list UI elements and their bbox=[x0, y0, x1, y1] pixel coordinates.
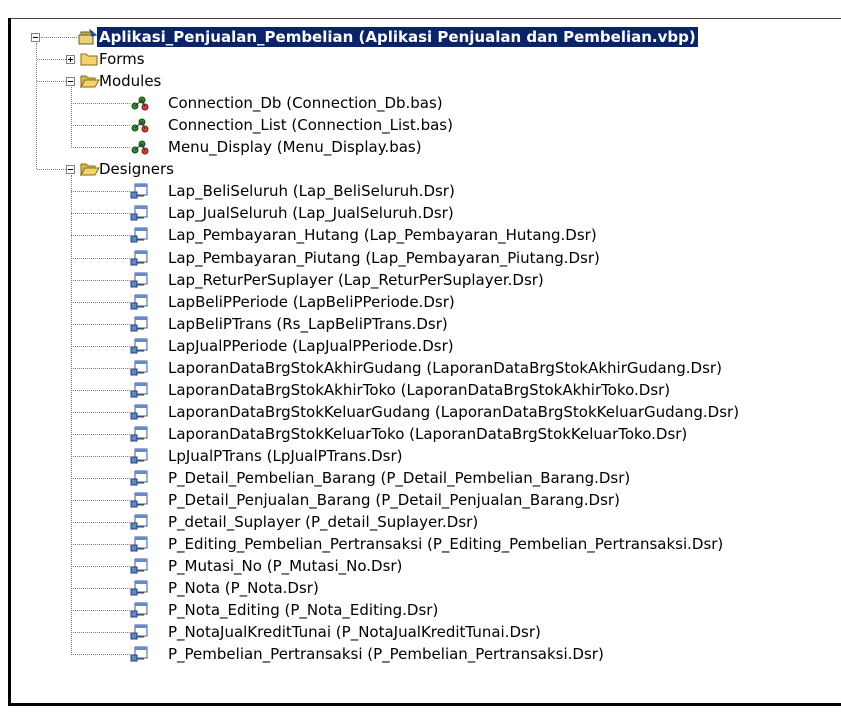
tree-connector bbox=[71, 235, 130, 237]
designer-icon bbox=[130, 646, 154, 662]
tree-item-label[interactable]: P_Detail_Penjualan_Barang (P_Detail_Penj… bbox=[168, 490, 620, 510]
designer-icon bbox=[130, 580, 154, 596]
tree-item-label[interactable]: P_Nota_Editing (P_Nota_Editing.Dsr) bbox=[168, 600, 438, 620]
tree-connector bbox=[71, 411, 130, 413]
tree-item-label[interactable]: Connection_List (Connection_List.bas) bbox=[168, 115, 453, 135]
module-icon bbox=[130, 139, 154, 155]
vb-project-icon bbox=[78, 28, 98, 45]
designer-icon bbox=[130, 404, 154, 420]
tree-connector bbox=[71, 433, 130, 435]
folder-label-designers[interactable]: Designers bbox=[99, 159, 174, 179]
panel-bottom-border bbox=[8, 703, 841, 706]
tree-connector bbox=[71, 588, 130, 590]
designer-icon bbox=[130, 602, 154, 618]
module-icon bbox=[130, 95, 154, 111]
tree-item-label[interactable]: LaporanDataBrgStokAkhirToko (LaporanData… bbox=[168, 380, 670, 400]
designer-icon bbox=[130, 624, 154, 640]
tree-item-label[interactable]: Connection_Db (Connection_Db.bas) bbox=[168, 93, 443, 113]
designer-icon bbox=[130, 338, 154, 354]
tree-connector bbox=[37, 81, 66, 83]
tree-item-label[interactable]: LaporanDataBrgStokAkhirGudang (LaporanDa… bbox=[168, 358, 722, 378]
tree-connector bbox=[71, 566, 130, 568]
tree-connector bbox=[71, 279, 130, 281]
designer-icon bbox=[130, 250, 154, 266]
tree-item-label[interactable]: Lap_JualSeluruh (Lap_JualSeluruh.Dsr) bbox=[168, 203, 454, 223]
tree-item-label[interactable]: LaporanDataBrgStokKeluarToko (LaporanDat… bbox=[168, 424, 687, 444]
folder-label-forms[interactable]: Forms bbox=[99, 49, 145, 69]
tree-item-label[interactable]: P_Nota (P_Nota.Dsr) bbox=[168, 578, 319, 598]
tree-connector bbox=[71, 610, 130, 612]
tree-connector bbox=[71, 632, 130, 634]
tree-connector bbox=[71, 147, 130, 149]
designer-icon bbox=[130, 492, 154, 508]
tree-connector bbox=[71, 103, 130, 105]
tree-connector bbox=[71, 191, 130, 193]
designer-icon bbox=[130, 382, 154, 398]
tree-connector bbox=[71, 323, 130, 325]
designer-icon bbox=[130, 426, 154, 442]
tree-item-label[interactable]: LapBeliPTrans (Rs_LapBeliPTrans.Dsr) bbox=[168, 314, 448, 334]
collapse-designers-icon[interactable] bbox=[66, 165, 75, 175]
designer-icon bbox=[130, 294, 154, 310]
tree-item-label[interactable]: P_Mutasi_No (P_Mutasi_No.Dsr) bbox=[168, 556, 402, 576]
designer-icon bbox=[130, 448, 154, 464]
designer-icon bbox=[130, 316, 154, 332]
tree-item-label[interactable]: P_NotaJualKreditTunai (P_NotaJualKreditT… bbox=[168, 622, 541, 642]
folder-label-modules[interactable]: Modules bbox=[99, 71, 161, 91]
module-icon bbox=[130, 117, 154, 133]
tree-connector bbox=[71, 301, 130, 303]
tree-connector bbox=[71, 125, 130, 127]
tree-connector bbox=[71, 544, 130, 546]
tree-connector bbox=[71, 389, 130, 391]
project-root-label[interactable]: Aplikasi_Penjualan_Pembelian (Aplikasi P… bbox=[97, 27, 698, 47]
designer-icon bbox=[130, 205, 154, 221]
panel-top-border bbox=[8, 18, 841, 19]
designer-icon bbox=[130, 470, 154, 486]
tree-connector bbox=[71, 478, 130, 479]
designer-icon bbox=[130, 227, 154, 243]
designer-icon bbox=[130, 360, 154, 376]
tree-item-label[interactable]: Lap_BeliSeluruh (Lap_BeliSeluruh.Dsr) bbox=[168, 181, 455, 201]
collapse-modules-icon[interactable] bbox=[66, 77, 75, 87]
designer-icon bbox=[130, 536, 154, 552]
tree-connector bbox=[71, 175, 72, 656]
folder-closed-icon bbox=[80, 51, 98, 67]
panel-left-border bbox=[8, 18, 11, 706]
tree-connector bbox=[71, 87, 72, 149]
tree-item-label[interactable]: Lap_Pembayaran_Hutang (Lap_Pembayaran_Hu… bbox=[168, 225, 597, 245]
folder-open-icon bbox=[80, 161, 100, 178]
folder-open-icon bbox=[80, 73, 100, 89]
tree-item-label[interactable]: Lap_Pembayaran_Piutang (Lap_Pembayaran_P… bbox=[168, 248, 600, 268]
tree-item-label[interactable]: P_Editing_Pembelian_Pertransaksi (P_Edit… bbox=[168, 534, 723, 554]
tree-item-label[interactable]: P_detail_Suplayer (P_detail_Suplayer.Dsr… bbox=[168, 512, 478, 532]
collapse-project-icon[interactable] bbox=[31, 33, 40, 42]
tree-connector bbox=[71, 455, 130, 457]
tree-connector bbox=[71, 345, 130, 347]
tree-connector bbox=[71, 654, 130, 656]
tree-item-label[interactable]: LapJualPPeriode (LapJualPPeriode.Dsr) bbox=[168, 336, 454, 356]
tree-item-label[interactable]: LaporanDataBrgStokKeluarGudang (LaporanD… bbox=[168, 402, 739, 422]
tree-connector bbox=[37, 169, 66, 171]
designer-icon bbox=[130, 558, 154, 574]
tree-connector bbox=[36, 43, 37, 170]
tree-connector bbox=[71, 500, 130, 502]
tree-connector bbox=[37, 59, 66, 61]
tree-connector bbox=[41, 37, 77, 38]
tree-connector bbox=[71, 522, 130, 524]
tree-item-label[interactable]: LapBeliPPeriode (LapBeliPPeriode.Dsr) bbox=[168, 292, 455, 312]
tree-item-label[interactable]: P_Pembelian_Pertransaksi (P_Pembelian_Pe… bbox=[168, 644, 604, 664]
tree-connector bbox=[71, 367, 130, 369]
designer-icon bbox=[130, 272, 154, 288]
tree-item-label[interactable]: P_Detail_Pembelian_Barang (P_Detail_Pemb… bbox=[168, 468, 630, 488]
tree-item-label[interactable]: LpJualPTrans (LpJualPTrans.Dsr) bbox=[168, 446, 402, 466]
tree-item-label[interactable]: Menu_Display (Menu_Display.bas) bbox=[168, 137, 422, 157]
designer-icon bbox=[130, 183, 154, 199]
expand-forms-icon[interactable] bbox=[66, 55, 75, 65]
tree-connector bbox=[71, 213, 130, 215]
project-explorer-panel: Aplikasi_Penjualan_Pembelian (Aplikasi P… bbox=[0, 0, 841, 714]
tree-connector bbox=[71, 257, 130, 259]
tree-item-label[interactable]: Lap_ReturPerSuplayer (Lap_ReturPerSuplay… bbox=[168, 270, 544, 290]
designer-icon bbox=[130, 514, 154, 530]
